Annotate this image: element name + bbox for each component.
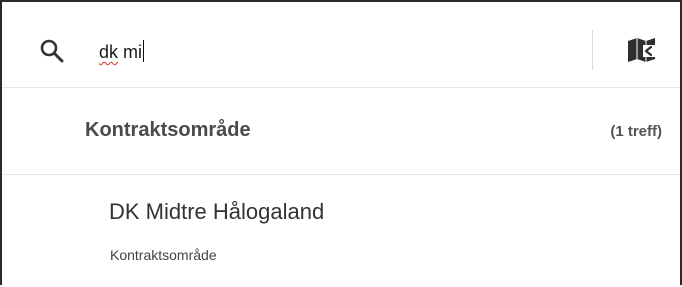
search-icon[interactable] [39, 38, 65, 64]
result-item-subtitle: Kontraktsområde [110, 247, 217, 263]
result-group-count: (1 treff) [610, 123, 662, 140]
search-panel: dk mi Kontraktsområde (1 treff) DK Midtr… [0, 0, 682, 285]
search-input[interactable]: dk mi [99, 40, 145, 63]
text-caret [143, 40, 145, 62]
result-item-title[interactable]: DK Midtre Hålogaland [109, 199, 324, 225]
result-item[interactable] [2, 176, 680, 287]
search-bar-divider [592, 30, 593, 70]
map-book-icon[interactable] [625, 36, 661, 64]
search-query-misspelled-word: dk [99, 42, 119, 62]
search-query-rest: mi [118, 42, 143, 62]
result-group-title: Kontraktsområde [85, 119, 251, 141]
search-bar: dk mi [2, 2, 680, 88]
